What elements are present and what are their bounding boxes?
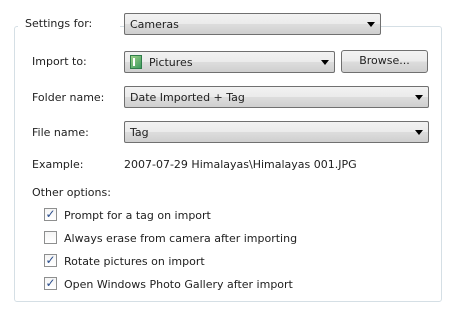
folder-name-value: Date Imported + Tag <box>130 91 245 104</box>
folder-name-label: Folder name: <box>32 91 105 104</box>
file-name-dropdown[interactable]: Tag <box>124 121 429 143</box>
settings-for-dropdown[interactable]: Cameras <box>124 13 381 35</box>
folder-name-dropdown[interactable]: Date Imported + Tag <box>124 86 429 108</box>
settings-for-label: Settings for: <box>25 17 93 30</box>
file-name-value: Tag <box>130 126 149 139</box>
browse-button[interactable]: Browse... <box>341 50 428 73</box>
settings-for-value: Cameras <box>130 18 179 31</box>
other-options-label: Other options: <box>32 186 111 199</box>
open-gallery-checkbox[interactable]: ✓ <box>44 276 57 290</box>
import-to-dropdown[interactable]: Pictures <box>124 51 335 73</box>
file-name-label: File name: <box>32 126 89 139</box>
chevron-down-icon <box>415 130 423 135</box>
example-label: Example: <box>32 158 84 171</box>
prompt-tag-checkbox[interactable]: ✓ <box>44 207 57 221</box>
rotate-pictures-checkbox[interactable]: ✓ <box>44 253 57 267</box>
pictures-folder-icon <box>130 55 142 69</box>
open-gallery-label: Open Windows Photo Gallery after import <box>64 278 293 291</box>
rotate-pictures-label: Rotate pictures on import <box>64 255 205 268</box>
import-to-value: Pictures <box>149 56 193 69</box>
chevron-down-icon <box>321 60 329 65</box>
checkmark-icon: ✓ <box>45 276 56 290</box>
always-erase-checkbox[interactable] <box>44 231 57 244</box>
chevron-down-icon <box>367 22 375 27</box>
always-erase-label: Always erase from camera after importing <box>64 232 298 245</box>
checkmark-icon: ✓ <box>45 207 56 221</box>
prompt-tag-label: Prompt for a tag on import <box>64 209 211 222</box>
chevron-down-icon <box>415 95 423 100</box>
import-to-label: Import to: <box>32 55 87 68</box>
example-value: 2007-07-29 Himalayas\Himalayas 001.JPG <box>124 158 357 171</box>
checkmark-icon: ✓ <box>45 253 56 267</box>
